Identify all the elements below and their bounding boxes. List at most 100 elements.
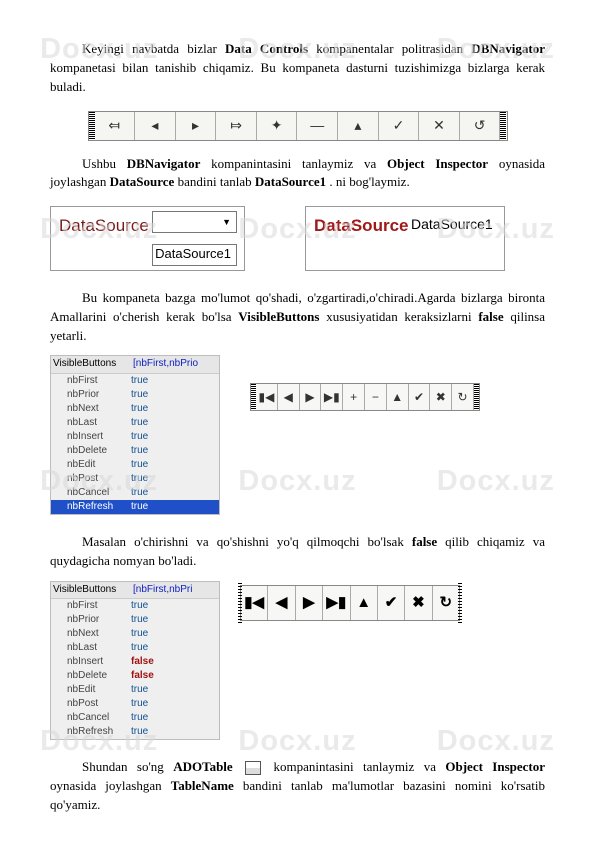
bold-text: Object Inspector	[387, 156, 488, 171]
text: Shundan so'ng	[82, 759, 173, 774]
datasource-value-panel: DataSource DataSource1	[305, 206, 505, 271]
dbnavigator-toolbar: ⤆ ◂ ▸ ⤇ ✦ — ▴ ✓ ✕ ↺	[88, 111, 508, 141]
property-value: true	[131, 697, 217, 711]
text: xususiyatidan keraksizlarni	[326, 309, 478, 324]
text: Ushbu	[82, 156, 127, 171]
visible-buttons-panel: VisibleButtons [nbFirst,nbPri nbFirsttru…	[50, 581, 220, 741]
property-key: nbRefresh	[67, 725, 131, 739]
property-key: nbCancel	[67, 711, 131, 725]
property-row[interactable]: nbRefreshtrue	[51, 725, 219, 739]
nav-last-button[interactable]: ⤇	[216, 112, 257, 140]
property-row[interactable]: nbFirsttrue	[51, 599, 219, 613]
bold-text: ADOTable	[173, 759, 232, 774]
nav-first-button[interactable]: ▮◀	[241, 586, 268, 620]
property-value: true	[131, 486, 217, 500]
paragraph-adotable: Shundan so'ng ADOTable kompanintasini ta…	[50, 758, 545, 815]
bold-text: TableName	[171, 778, 234, 793]
nav-last-button[interactable]: ▶▮	[323, 586, 350, 620]
datasource-label: DataSource	[55, 211, 150, 242]
property-row[interactable]: nbRefreshtrue	[51, 500, 219, 514]
nav-delete-button[interactable]: —	[297, 112, 338, 140]
header-key: VisibleButtons	[53, 583, 133, 598]
text: bandini tanlab	[178, 174, 255, 189]
property-row[interactable]: nbNexttrue	[51, 402, 219, 416]
property-row[interactable]: nbPosttrue	[51, 697, 219, 711]
paragraph-visiblebuttons: Bu kompaneta bazga mo'lumot qo'shadi, o'…	[50, 289, 545, 346]
property-value: true	[131, 641, 217, 655]
text: . ni bog'laymiz.	[329, 174, 409, 189]
property-value: true	[131, 683, 217, 697]
property-value: true	[131, 613, 217, 627]
nav-insert-button[interactable]: ✦	[257, 112, 298, 140]
nav-edit-button[interactable]: ▲	[387, 384, 409, 410]
property-row[interactable]: nbEdittrue	[51, 458, 219, 472]
property-value: true	[131, 374, 217, 388]
nav-first-button[interactable]: ⤆	[95, 112, 136, 140]
text: oynasida joylashgan	[50, 778, 171, 793]
property-value: false	[131, 669, 217, 683]
property-row[interactable]: nbCanceltrue	[51, 711, 219, 725]
nav-refresh-button[interactable]: ↻	[433, 586, 459, 620]
property-value: true	[131, 500, 217, 514]
property-row[interactable]: nbCanceltrue	[51, 486, 219, 500]
text: Keyingi navbatda bizlar	[82, 41, 225, 56]
nav-first-button[interactable]: ▮◀	[256, 384, 278, 410]
handle-right	[474, 384, 479, 410]
datasource-label: DataSource	[310, 211, 405, 242]
property-row[interactable]: nbDeletetrue	[51, 444, 219, 458]
property-row[interactable]: nbDeletefalse	[51, 669, 219, 683]
property-key: nbFirst	[67, 374, 131, 388]
nav-post-button[interactable]: ✓	[379, 112, 420, 140]
nav-prior-button[interactable]: ◀	[268, 586, 295, 620]
property-key: nbEdit	[67, 683, 131, 697]
nav-refresh-button[interactable]: ↻	[452, 384, 474, 410]
header-value: [nbFirst,nbPrio	[133, 357, 217, 372]
nav-next-button[interactable]: ▶	[296, 586, 323, 620]
property-row[interactable]: nbLasttrue	[51, 641, 219, 655]
bold-text: Data Controls	[225, 41, 308, 56]
header-key: VisibleButtons	[53, 357, 133, 372]
nav-insert-button[interactable]: +	[343, 384, 365, 410]
nav-post-button[interactable]: ✔	[409, 384, 431, 410]
nav-last-button[interactable]: ▶▮	[321, 384, 343, 410]
property-row[interactable]: nbPriortrue	[51, 613, 219, 627]
datasource-row: DataSource DataSource1 DataSource DataSo…	[50, 206, 545, 271]
property-key: nbLast	[67, 641, 131, 655]
header-value: [nbFirst,nbPri	[133, 583, 217, 598]
paragraph-datasource: Ushbu DBNavigator kompanintasini tanlaym…	[50, 155, 545, 193]
property-value: true	[131, 711, 217, 725]
nav-refresh-button[interactable]: ↺	[460, 112, 501, 140]
property-key: nbFirst	[67, 599, 131, 613]
nav-cancel-button[interactable]: ✕	[419, 112, 460, 140]
property-key: nbPrior	[67, 613, 131, 627]
nav-post-button[interactable]: ✔	[378, 586, 405, 620]
property-key: nbEdit	[67, 458, 131, 472]
nav-prior-button[interactable]: ◀	[278, 384, 300, 410]
nav-prior-button[interactable]: ◂	[135, 112, 176, 140]
property-value: true	[131, 388, 217, 402]
nav-cancel-button[interactable]: ✖	[430, 384, 452, 410]
property-value: true	[131, 472, 217, 486]
property-row[interactable]: nbLasttrue	[51, 416, 219, 430]
property-value: true	[131, 444, 217, 458]
datasource-option[interactable]: DataSource1	[152, 244, 237, 266]
bold-text: false	[412, 534, 437, 549]
property-row[interactable]: nbNexttrue	[51, 627, 219, 641]
property-row[interactable]: nbInserttrue	[51, 430, 219, 444]
nav-delete-button[interactable]: −	[365, 384, 387, 410]
nav-cancel-button[interactable]: ✖	[405, 586, 432, 620]
datasource-value: DataSource1	[407, 211, 492, 242]
nav-next-button[interactable]: ▸	[176, 112, 217, 140]
property-row[interactable]: nbPriortrue	[51, 388, 219, 402]
datasource-dropdown[interactable]	[152, 211, 237, 233]
nav-edit-button[interactable]: ▲	[351, 586, 378, 620]
paragraph-intro: Keyingi navbatda bizlar Data Controls ko…	[50, 40, 545, 97]
nav-next-button[interactable]: ▶	[300, 384, 322, 410]
property-row[interactable]: nbFirsttrue	[51, 374, 219, 388]
dbnavigator-reduced: ▮◀ ◀ ▶ ▶▮ ▲ ✔ ✖ ↻	[240, 585, 460, 621]
property-key: nbPost	[67, 697, 131, 711]
property-row[interactable]: nbEdittrue	[51, 683, 219, 697]
nav-edit-button[interactable]: ▴	[338, 112, 379, 140]
property-row[interactable]: nbInsertfalse	[51, 655, 219, 669]
property-row[interactable]: nbPosttrue	[51, 472, 219, 486]
